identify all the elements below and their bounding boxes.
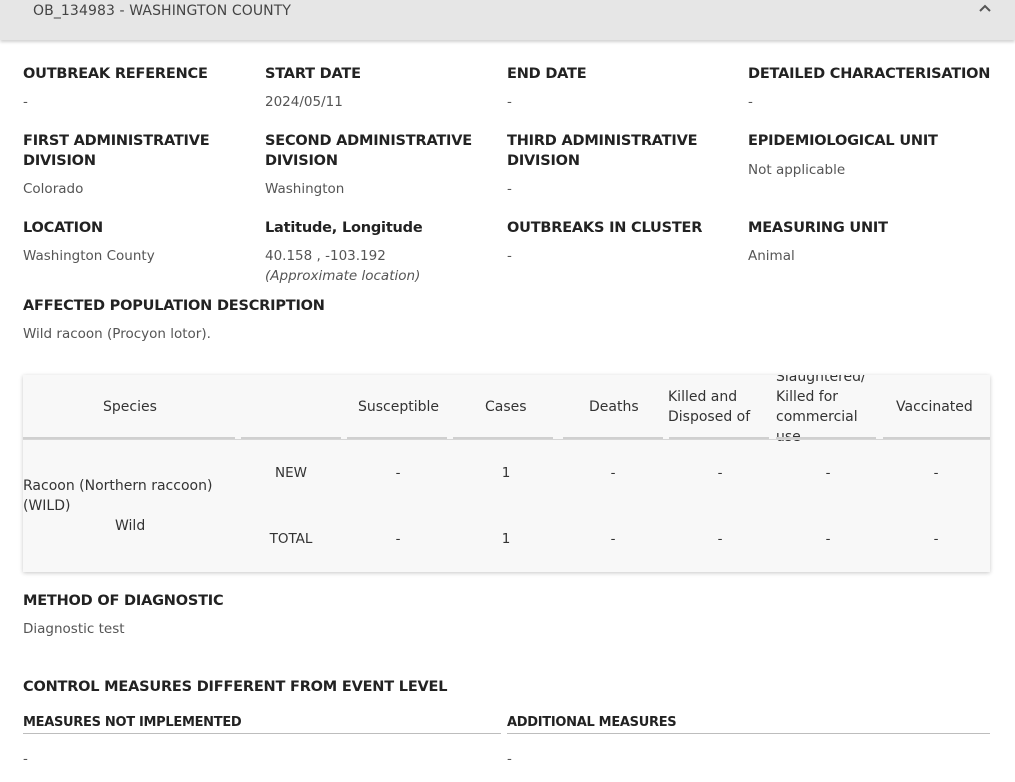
outbreak-detail-page: OB_134983 - WASHINGTON COUNTY OUTBREAK R… bbox=[0, 0, 1015, 782]
row-new-deaths: - bbox=[610, 465, 616, 481]
header-deaths: Deaths bbox=[589, 399, 639, 415]
measuring-unit-value: Animal bbox=[748, 248, 795, 264]
column-separator bbox=[241, 437, 341, 439]
first-admin-division-value: Colorado bbox=[23, 181, 84, 197]
additional-measures-label: ADDITIONAL MEASURES bbox=[507, 715, 677, 730]
header-killed-disposed: Killed and Disposed of bbox=[668, 387, 750, 427]
affected-population-value: Wild racoon (Procyon lotor). bbox=[23, 326, 211, 342]
diagnostic-method-value: Diagnostic test bbox=[23, 621, 125, 637]
row-total-vaccinated: - bbox=[933, 531, 939, 547]
header-susceptible: Susceptible bbox=[358, 399, 440, 415]
row-total-killed: - bbox=[717, 531, 723, 547]
header-killed-line1: Killed and bbox=[668, 389, 738, 405]
row-total-cases: 1 bbox=[501, 531, 511, 547]
row-total-susceptible: - bbox=[395, 531, 401, 547]
additional-measures-divider bbox=[507, 733, 990, 734]
second-admin-division-label-line2: DIVISION bbox=[265, 153, 338, 169]
outbreak-panel-header[interactable]: OB_134983 - WASHINGTON COUNTY bbox=[0, 0, 1015, 40]
end-date-value: - bbox=[507, 94, 512, 110]
diagnostic-method-label: METHOD OF DIAGNOSTIC bbox=[23, 593, 224, 609]
species-table: Species Susceptible Cases Deaths Killed … bbox=[23, 375, 990, 572]
outbreak-reference-label: OUTBREAK REFERENCE bbox=[23, 66, 208, 82]
species-name-line1: Racoon (Northern raccoon) bbox=[23, 478, 213, 494]
first-admin-division-label: FIRST ADMINISTRATIVE DIVISION bbox=[23, 131, 210, 171]
measuring-unit-label: MEASURING UNIT bbox=[748, 220, 888, 236]
second-admin-division-label-line1: SECOND ADMINISTRATIVE bbox=[265, 133, 472, 149]
table-header-divider bbox=[23, 439, 990, 440]
second-admin-division-value: Washington bbox=[265, 181, 345, 197]
additional-measures-value: - bbox=[507, 751, 512, 767]
column-separator bbox=[669, 437, 769, 439]
species-name: Racoon (Northern raccoon) (WILD) bbox=[23, 476, 212, 516]
lat-long-label: Latitude, Longitude bbox=[265, 220, 423, 236]
measures-not-implemented-divider bbox=[23, 733, 501, 734]
row-new-killed: - bbox=[717, 465, 723, 481]
row-new-label: NEW bbox=[275, 465, 307, 481]
header-vaccinated: Vaccinated bbox=[896, 399, 973, 415]
header-killed-line2: Disposed of bbox=[668, 409, 751, 425]
chevron-up-icon[interactable] bbox=[978, 2, 992, 14]
row-total-label: TOTAL bbox=[269, 531, 313, 547]
row-new-susceptible: - bbox=[395, 465, 401, 481]
column-separator bbox=[347, 437, 447, 439]
second-admin-division-label: SECOND ADMINISTRATIVE DIVISION bbox=[265, 131, 472, 171]
control-measures-title: CONTROL MEASURES DIFFERENT FROM EVENT LE… bbox=[23, 679, 448, 695]
column-separator bbox=[23, 437, 235, 439]
detailed-characterisation-value: - bbox=[748, 94, 753, 110]
third-admin-division-label-line1: THIRD ADMINISTRATIVE bbox=[507, 133, 698, 149]
species-name-line2: (WILD) bbox=[23, 498, 71, 514]
outbreaks-in-cluster-label: OUTBREAKS IN CLUSTER bbox=[507, 220, 703, 236]
row-total-slaughtered: - bbox=[825, 531, 831, 547]
column-separator bbox=[776, 437, 876, 439]
header-slaughtered-line2: Killed for bbox=[776, 389, 839, 405]
measures-not-implemented-label: MEASURES NOT IMPLEMENTED bbox=[23, 715, 242, 730]
row-new-slaughtered: - bbox=[825, 465, 831, 481]
first-admin-division-label-line2: DIVISION bbox=[23, 153, 96, 169]
measures-not-implemented-value: - bbox=[23, 751, 28, 767]
start-date-value: 2024/05/11 bbox=[265, 94, 343, 110]
third-admin-division-label: THIRD ADMINISTRATIVE DIVISION bbox=[507, 131, 697, 171]
column-separator bbox=[883, 437, 990, 439]
epidemiological-unit-value: Not applicable bbox=[748, 162, 846, 178]
lat-long-value: 40.158 , -103.192 bbox=[265, 248, 386, 264]
row-new-vaccinated: - bbox=[933, 465, 939, 481]
epidemiological-unit-label: EPIDEMIOLOGICAL UNIT bbox=[748, 133, 938, 149]
header-cases: Cases bbox=[485, 399, 527, 415]
approximate-location-note: (Approximate location) bbox=[265, 268, 421, 284]
header-slaughtered-line3: commercial bbox=[776, 409, 858, 425]
detailed-characterisation-label: DETAILED CHARACTERISATION bbox=[748, 66, 991, 82]
location-label: LOCATION bbox=[23, 220, 103, 236]
outbreak-title: OB_134983 - WASHINGTON COUNTY bbox=[33, 3, 292, 19]
start-date-label: START DATE bbox=[265, 66, 361, 82]
header-slaughtered-line1: Slaughtered/ bbox=[776, 375, 866, 385]
first-admin-division-label-line1: FIRST ADMINISTRATIVE bbox=[23, 133, 210, 149]
header-species: Species bbox=[103, 399, 157, 415]
row-total-deaths: - bbox=[610, 531, 616, 547]
outbreaks-in-cluster-value: - bbox=[507, 248, 512, 264]
third-admin-division-value: - bbox=[507, 181, 512, 197]
location-value: Washington County bbox=[23, 248, 155, 264]
row-new-cases: 1 bbox=[501, 465, 511, 481]
column-separator bbox=[453, 437, 553, 439]
affected-population-label: AFFECTED POPULATION DESCRIPTION bbox=[23, 298, 325, 314]
end-date-label: END DATE bbox=[507, 66, 587, 82]
third-admin-division-label-line2: DIVISION bbox=[507, 153, 580, 169]
species-type: Wild bbox=[115, 518, 146, 534]
column-separator bbox=[563, 437, 663, 439]
outbreak-reference-value: - bbox=[23, 94, 28, 110]
